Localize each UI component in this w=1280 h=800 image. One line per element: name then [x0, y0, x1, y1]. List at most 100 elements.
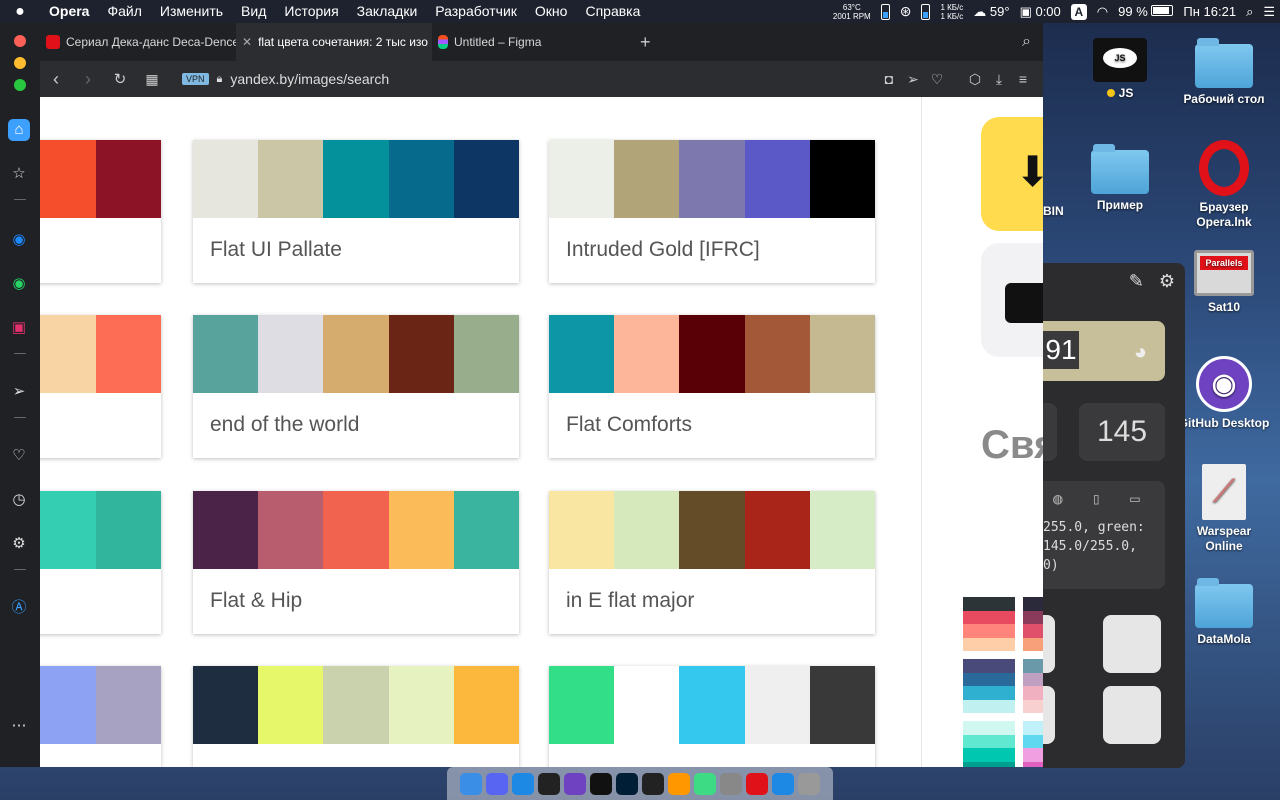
color-code-output[interactable]: ◍ ▯ ▭ 255.0, green: 145.0/255.0, 0) — [1043, 481, 1165, 589]
github-icon[interactable] — [564, 772, 586, 795]
send-icon[interactable]: ➢ — [8, 381, 30, 403]
android-studio-icon[interactable] — [694, 772, 716, 795]
palette-card[interactable]: end of the world — [193, 315, 520, 458]
cpu-temp-readout[interactable]: 63°C 2001 RPM — [833, 3, 871, 21]
desktop-icon-bin-partial[interactable]: BIN — [1043, 204, 1063, 218]
desktop-icon-opera[interactable]: Браузер Opera.lnk — [1174, 140, 1274, 230]
desktop-icon-js[interactable]: JS JS — [1070, 38, 1170, 100]
mobile-icon[interactable]: ▯ — [1092, 489, 1102, 508]
control-center-icon[interactable]: ☰ — [1263, 4, 1275, 20]
apple-menu-icon[interactable]: ● — [0, 3, 40, 21]
minimize-window-button[interactable] — [14, 57, 26, 69]
menu-edit[interactable]: Изменить — [151, 0, 232, 23]
tab-search-icon[interactable]: ⌕ — [1022, 33, 1031, 51]
send-icon[interactable]: ➢ — [901, 71, 925, 88]
desktop-icon-primer[interactable]: Пример — [1070, 144, 1170, 212]
sublime-icon[interactable] — [668, 772, 690, 795]
menu-help[interactable]: Справка — [576, 0, 649, 23]
palette-icon[interactable]: ◕ — [1134, 339, 1147, 365]
url-field[interactable]: yandex.by/images/search — [230, 71, 389, 87]
palette-card[interactable]: Flat & Hip — [193, 491, 520, 634]
tab-yandex-images[interactable]: ✕ flat цвета сочетания: 2 тыс изо — [236, 23, 432, 61]
saved-color-slot[interactable] — [1103, 686, 1161, 744]
palette-card[interactable] — [40, 315, 162, 458]
tabs-overview-icon[interactable]: ▦ — [136, 71, 168, 88]
reload-button[interactable]: ↻ — [104, 70, 136, 88]
forward-button[interactable]: › — [72, 69, 104, 90]
saved-color-slot[interactable] — [1103, 615, 1161, 673]
discord-icon[interactable] — [486, 772, 508, 795]
color-channel-value[interactable]: 91 — [1043, 331, 1079, 369]
palette-card[interactable]: Flat Comforts — [549, 315, 876, 458]
spotlight-search-icon[interactable]: ⌕ — [1246, 4, 1253, 20]
channel-field-partial[interactable] — [1043, 403, 1057, 461]
finder-icon[interactable] — [460, 772, 482, 795]
tab-figma[interactable]: Untitled – Figma — [432, 23, 628, 61]
network-speed-readout[interactable]: 1 КБ/с 1 КБ/с — [940, 3, 963, 21]
droplet-icon[interactable] — [772, 772, 794, 795]
palette-card[interactable]: Intruded Gold [IFRC] — [549, 140, 876, 283]
safari-icon[interactable] — [512, 772, 534, 795]
related-thumbnail[interactable] — [963, 597, 1015, 651]
download-image-button[interactable]: ⬇ — [981, 117, 1043, 231]
menu-history[interactable]: История — [275, 0, 347, 23]
palette-card[interactable]: Flat UI Pallate — [193, 140, 520, 283]
home-icon[interactable]: ⌂ — [8, 119, 30, 141]
palette-card[interactable] — [40, 491, 162, 634]
palette-card[interactable] — [193, 666, 520, 767]
channel-field[interactable]: 145 — [1079, 403, 1165, 461]
zoom-window-button[interactable] — [14, 79, 26, 91]
snapshot-icon[interactable]: ◘ — [877, 71, 901, 88]
new-tab-button[interactable]: + — [640, 32, 651, 53]
intellij-icon[interactable] — [538, 772, 560, 795]
palette-card[interactable] — [40, 140, 162, 283]
desktop-icon-datamola[interactable]: DataMola — [1174, 578, 1274, 646]
input-source-icon[interactable]: A — [1070, 3, 1087, 20]
download-icon[interactable]: ⤓ — [987, 71, 1011, 88]
photoshop-icon[interactable] — [616, 772, 638, 795]
menu-view[interactable]: Вид — [232, 0, 275, 23]
wifi-icon[interactable]: ◠ — [1097, 4, 1108, 20]
history-clock-icon[interactable]: ◷ — [8, 489, 30, 511]
trash-icon[interactable] — [798, 772, 820, 795]
speed-dial-star-icon[interactable]: ☆ — [8, 163, 30, 185]
menu-window[interactable]: Окно — [526, 0, 577, 23]
instagram-icon[interactable]: ▣ — [8, 317, 30, 339]
close-window-button[interactable] — [14, 35, 26, 47]
creative-cloud-icon[interactable]: ⊛ — [900, 3, 912, 20]
image-search-camera-button[interactable] — [981, 243, 1043, 357]
system-preferences-icon[interactable] — [720, 772, 742, 795]
palette-card[interactable]: in E flat major — [549, 491, 876, 634]
related-thumbnail[interactable] — [1023, 597, 1043, 651]
whatsapp-icon[interactable]: ◉ — [8, 273, 30, 295]
settings-gear-icon[interactable]: ⚙ — [8, 533, 30, 555]
saved-color-slot[interactable] — [1043, 686, 1055, 744]
terminal-icon[interactable] — [642, 772, 664, 795]
tab-deca-dence[interactable]: Сериал Дека-данс Deca-Dence — [40, 23, 236, 61]
desktop-icon-sat10[interactable]: Parallels Sat10 — [1174, 250, 1274, 314]
gear-icon[interactable]: ⚙ — [1159, 271, 1175, 291]
menu-bookmarks[interactable]: Закладки — [348, 0, 427, 23]
related-thumbnail[interactable] — [963, 659, 1015, 713]
messenger-icon[interactable]: ◉ — [8, 229, 30, 251]
eyedropper-icon[interactable]: ✎ — [1129, 271, 1144, 291]
translate-icon[interactable]: Ⓐ — [8, 597, 30, 619]
timer-readout[interactable]: ▣ 0:00 — [1020, 4, 1061, 20]
palette-card[interactable] — [40, 666, 162, 767]
saved-color-slot[interactable] — [1043, 615, 1055, 673]
palette-card[interactable] — [549, 666, 876, 767]
menu-file[interactable]: Файл — [98, 0, 150, 23]
disk-gauge-icon[interactable] — [921, 3, 931, 20]
weather-readout[interactable]: ☁ 59° — [973, 4, 1009, 20]
menu-developer[interactable]: Разработчик — [426, 0, 526, 23]
related-thumbnail[interactable] — [963, 721, 1015, 767]
back-button[interactable]: ‹ — [40, 69, 72, 90]
desktop-icon-warspear[interactable]: ⟋ Warspear Online — [1174, 464, 1274, 554]
extensions-cube-icon[interactable]: ⬡ — [963, 71, 987, 88]
menu-app-opera[interactable]: Opera — [40, 0, 98, 23]
close-tab-icon[interactable]: ✕ — [242, 35, 252, 49]
battery-readout[interactable]: 99 % — [1118, 4, 1174, 19]
more-icon[interactable]: ⋯ — [8, 715, 30, 737]
opera-icon[interactable] — [746, 772, 768, 795]
related-thumbnail[interactable] — [1023, 721, 1043, 767]
